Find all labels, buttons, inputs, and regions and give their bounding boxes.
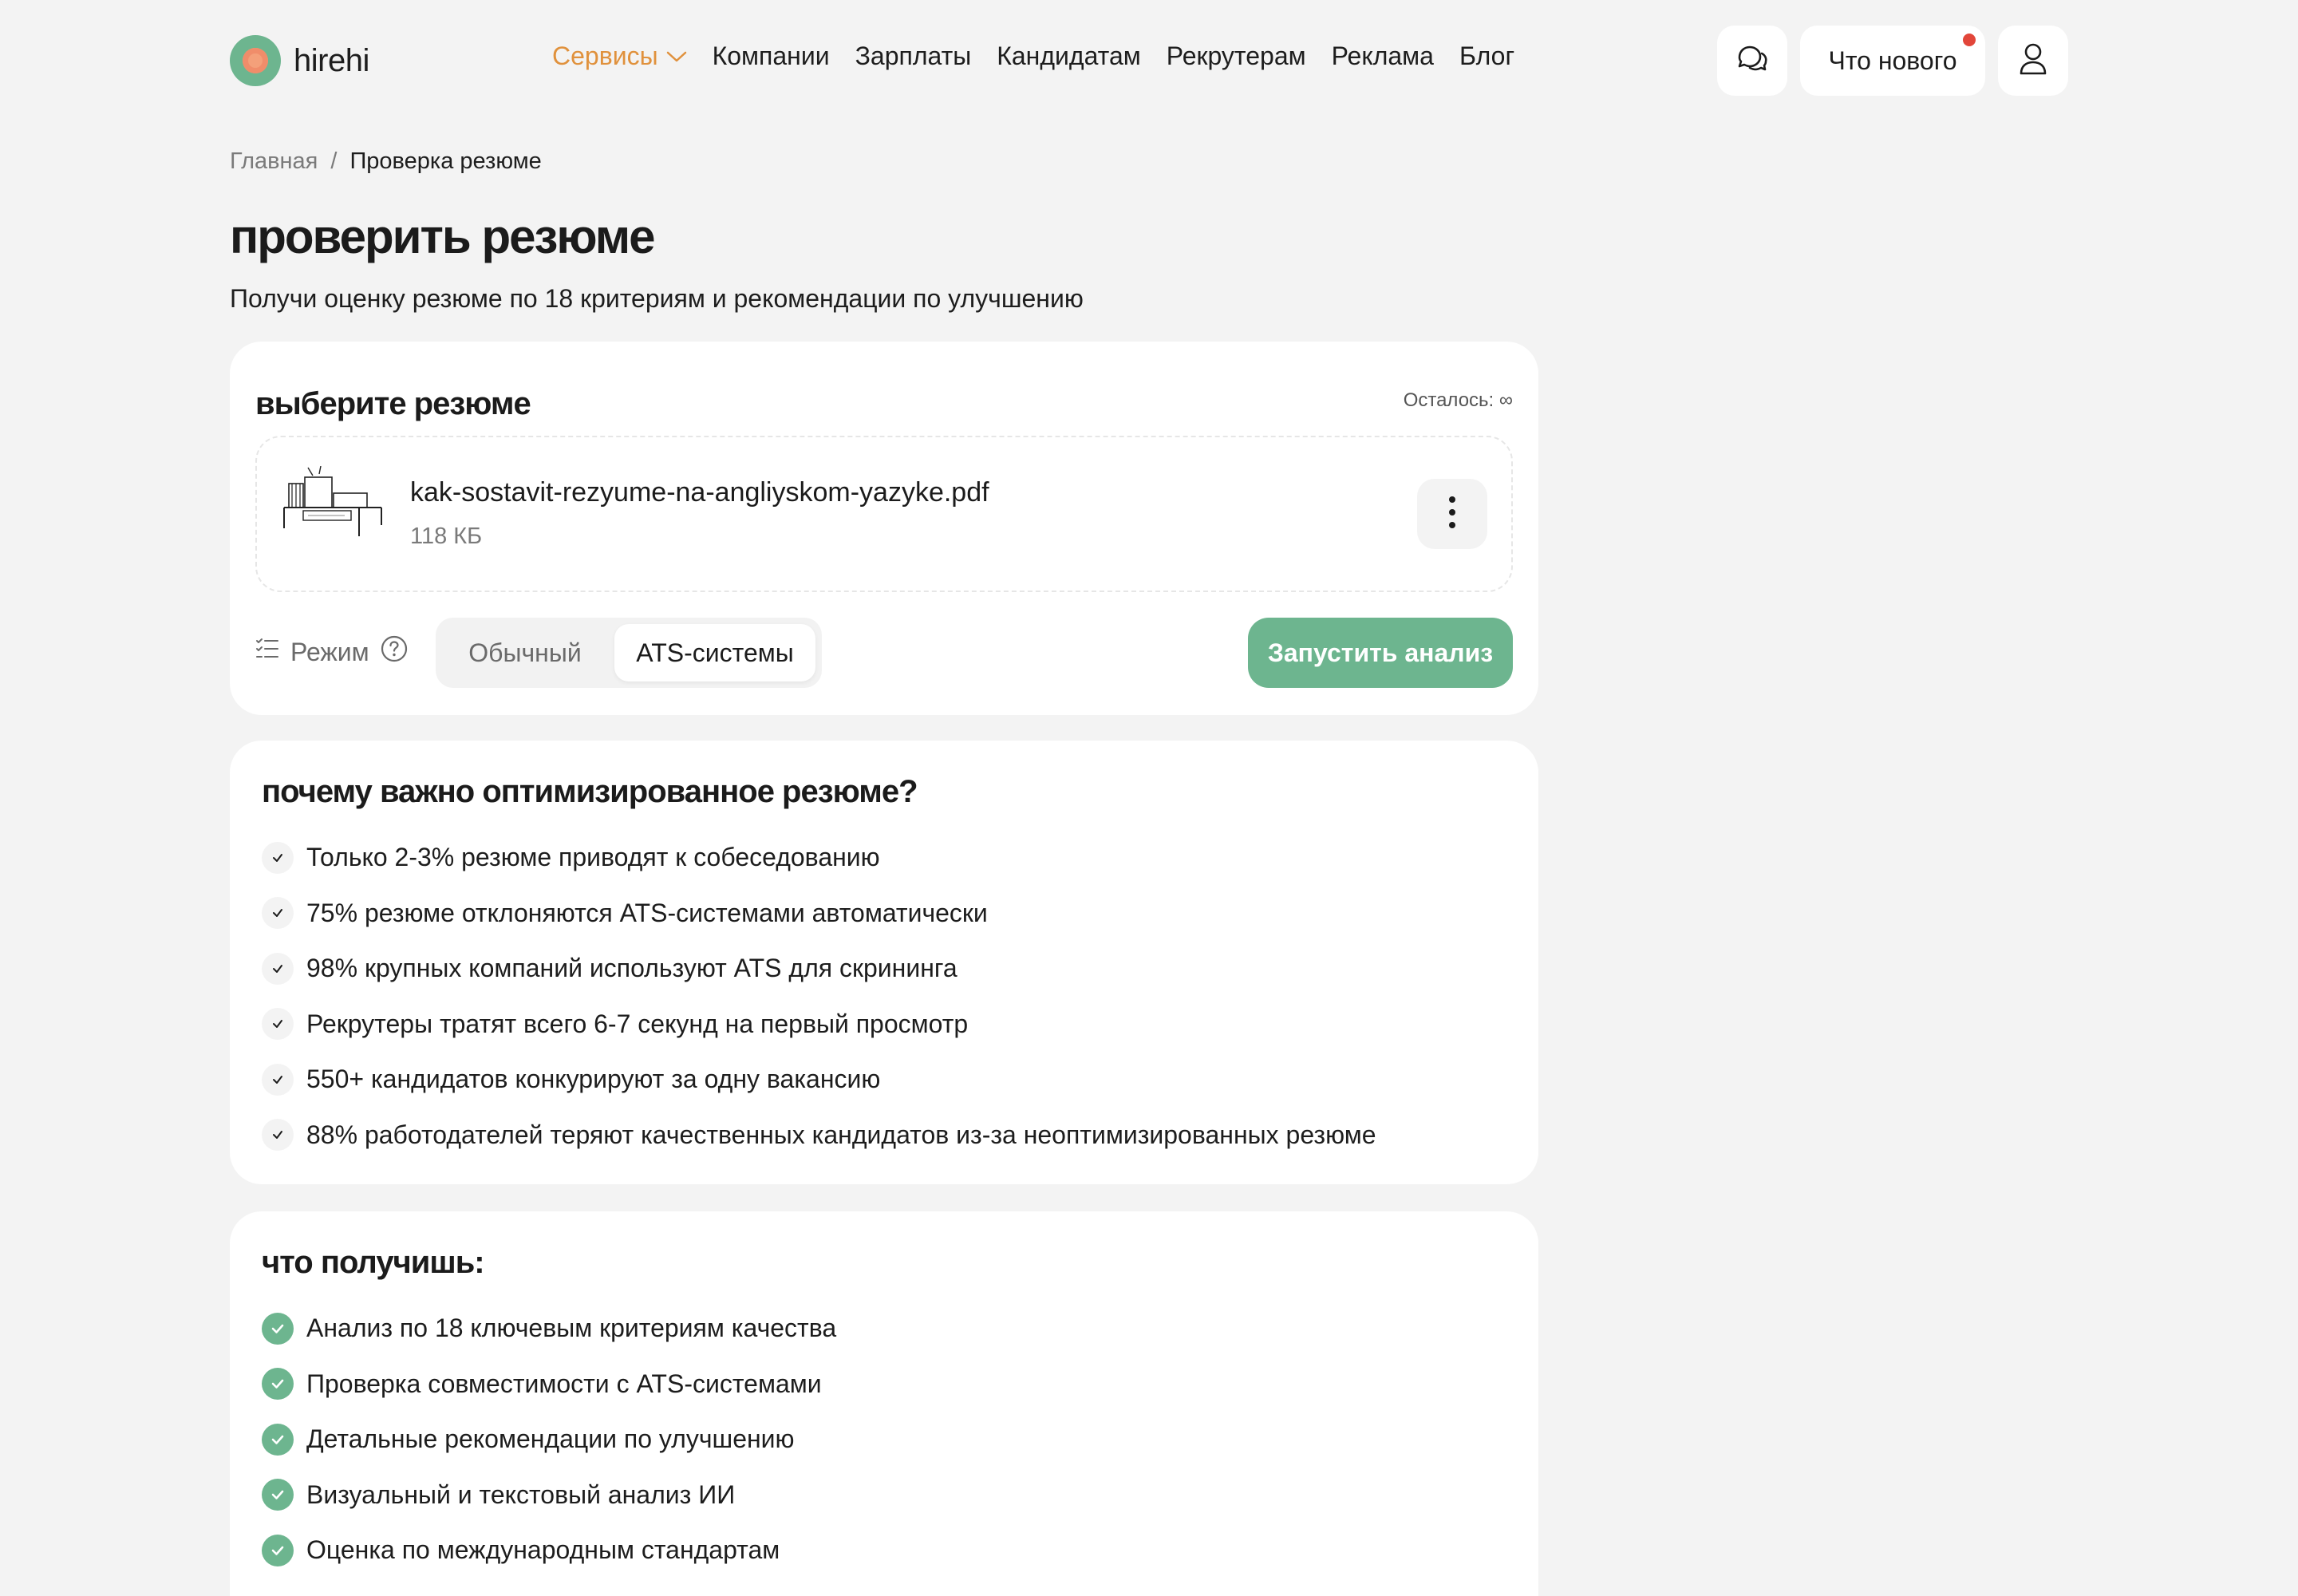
page-title: проверить резюме bbox=[230, 210, 656, 263]
nav-salaries[interactable]: Зарплаты bbox=[855, 41, 972, 71]
mode-row: Режим Обычный ATS-системы Запустить анал… bbox=[255, 618, 1513, 688]
list-item: 550+ кандидатов конкурируют за одну вака… bbox=[262, 1052, 1376, 1108]
chevron-down-icon bbox=[666, 50, 687, 63]
list-item: 88% работодателей теряют качественных ка… bbox=[262, 1108, 1376, 1163]
list-item-text: 75% резюме отклоняются ATS-системами авт… bbox=[306, 898, 988, 927]
notification-dot bbox=[1963, 34, 1976, 46]
mode-label-text: Режим bbox=[290, 637, 369, 666]
profile-button[interactable] bbox=[1998, 26, 2068, 96]
resume-file-item[interactable]: kak-sostavit-rezyume-na-angliyskom-yazyk… bbox=[255, 436, 1513, 592]
breadcrumb-current: Проверка резюме bbox=[349, 148, 542, 174]
logo[interactable]: hirehi bbox=[230, 35, 369, 86]
resume-select-card: выберите резюме Осталось: ∞ kak-sostavit bbox=[230, 342, 1538, 715]
nav-recruiters[interactable]: Рекрутерам bbox=[1167, 41, 1306, 71]
check-icon bbox=[262, 1063, 294, 1096]
mode-option-normal[interactable]: Обычный bbox=[442, 624, 608, 681]
chat-button[interactable] bbox=[1717, 26, 1787, 96]
nav-blog[interactable]: Блог bbox=[1459, 41, 1514, 71]
list-settings-icon bbox=[255, 637, 279, 667]
list-item: Только 2-3% резюме приводят к собеседова… bbox=[262, 830, 1376, 886]
file-menu-button[interactable] bbox=[1417, 479, 1487, 549]
list-item: Визуальный и текстовый анализ ИИ bbox=[262, 1468, 836, 1523]
get-card-title: что получишь: bbox=[262, 1245, 485, 1280]
list-item-text: 98% крупных компаний используют ATS для … bbox=[306, 954, 958, 983]
get-list: Анализ по 18 ключевым критериям качества… bbox=[262, 1301, 836, 1578]
why-card-title: почему важно оптимизированное резюме? bbox=[262, 774, 918, 809]
check-circle-icon bbox=[262, 1479, 294, 1511]
help-icon[interactable] bbox=[381, 635, 408, 669]
mode-option-ats[interactable]: ATS-системы bbox=[614, 624, 815, 681]
nav-services[interactable]: Сервисы bbox=[552, 41, 687, 71]
list-item: 98% крупных компаний используют ATS для … bbox=[262, 941, 1376, 997]
why-optimized-card: почему важно оптимизированное резюме? То… bbox=[230, 741, 1538, 1184]
file-name: kak-sostavit-rezyume-na-angliyskom-yazyk… bbox=[410, 477, 989, 508]
file-thumbnail-icon bbox=[281, 465, 386, 538]
site-header: hirehi Сервисы Компании Зарплаты Кандида… bbox=[0, 0, 2298, 121]
what-you-get-card: что получишь: Анализ по 18 ключевым крит… bbox=[230, 1211, 1538, 1596]
list-item: Детальные рекомендации по улучшению bbox=[262, 1412, 836, 1468]
check-icon bbox=[262, 952, 294, 985]
user-icon bbox=[2017, 41, 2049, 81]
list-item: Проверка совместимости с ATS-системами bbox=[262, 1357, 836, 1412]
logo-mark-icon bbox=[230, 35, 281, 86]
resume-select-title: выберите резюме bbox=[255, 386, 531, 421]
list-item-text: 550+ кандидатов конкурируют за одну вака… bbox=[306, 1065, 881, 1094]
list-item-text: Визуальный и текстовый анализ ИИ bbox=[306, 1479, 736, 1509]
list-item: 75% резюме отклоняются ATS-системами авт… bbox=[262, 886, 1376, 942]
check-icon bbox=[262, 897, 294, 930]
mode-label: Режим bbox=[255, 635, 408, 669]
whats-new-label: Что нового bbox=[1828, 45, 1957, 75]
list-item: Рекрутеры тратят всего 6-7 секунд на пер… bbox=[262, 997, 1376, 1053]
breadcrumb: Главная / Проверка резюме bbox=[230, 148, 542, 175]
list-item-text: Только 2-3% резюме приводят к собеседова… bbox=[306, 843, 880, 872]
logo-text: hirehi bbox=[294, 42, 369, 78]
check-circle-icon bbox=[262, 1534, 294, 1566]
main-nav: Сервисы Компании Зарплаты Кандидатам Рек… bbox=[552, 41, 1540, 71]
list-item: Анализ по 18 ключевым критериям качества bbox=[262, 1301, 836, 1357]
list-item-text: Анализ по 18 ключевым критериям качества bbox=[306, 1314, 837, 1343]
check-circle-icon bbox=[262, 1312, 294, 1345]
nav-ads[interactable]: Реклама bbox=[1332, 41, 1434, 71]
list-item-text: Оценка по международным стандартам bbox=[306, 1535, 780, 1565]
list-item-text: Детальные рекомендации по улучшению bbox=[306, 1424, 795, 1454]
more-vertical-icon bbox=[1447, 495, 1457, 534]
check-icon bbox=[262, 1119, 294, 1152]
nav-services-label: Сервисы bbox=[552, 41, 658, 70]
breadcrumb-separator: / bbox=[330, 148, 338, 174]
nav-companies[interactable]: Компании bbox=[713, 41, 830, 71]
run-analysis-button[interactable]: Запустить анализ bbox=[1248, 618, 1513, 688]
mode-selector: Обычный ATS-системы bbox=[436, 618, 822, 688]
file-size: 118 КБ bbox=[410, 523, 483, 549]
page-subtitle: Получи оценку резюме по 18 критериям и р… bbox=[230, 284, 1084, 313]
nav-candidates[interactable]: Кандидатам bbox=[997, 41, 1141, 71]
check-circle-icon bbox=[262, 1423, 294, 1456]
breadcrumb-home[interactable]: Главная bbox=[230, 148, 318, 175]
check-circle-icon bbox=[262, 1368, 294, 1400]
check-icon bbox=[262, 841, 294, 874]
list-item-text: Рекрутеры тратят всего 6-7 секунд на пер… bbox=[306, 1009, 969, 1038]
list-item-text: 88% работодателей теряют качественных ка… bbox=[306, 1120, 1376, 1149]
check-icon bbox=[262, 1008, 294, 1041]
whats-new-button[interactable]: Что нового bbox=[1800, 26, 1985, 96]
list-item-text: Проверка совместимости с ATS-системами bbox=[306, 1369, 822, 1398]
chat-icon bbox=[1735, 41, 1770, 81]
list-item: Оценка по международным стандартам bbox=[262, 1523, 836, 1578]
why-list: Только 2-3% резюме приводят к собеседова… bbox=[262, 830, 1376, 1163]
remaining-counter: Осталось: ∞ bbox=[1403, 389, 1513, 411]
